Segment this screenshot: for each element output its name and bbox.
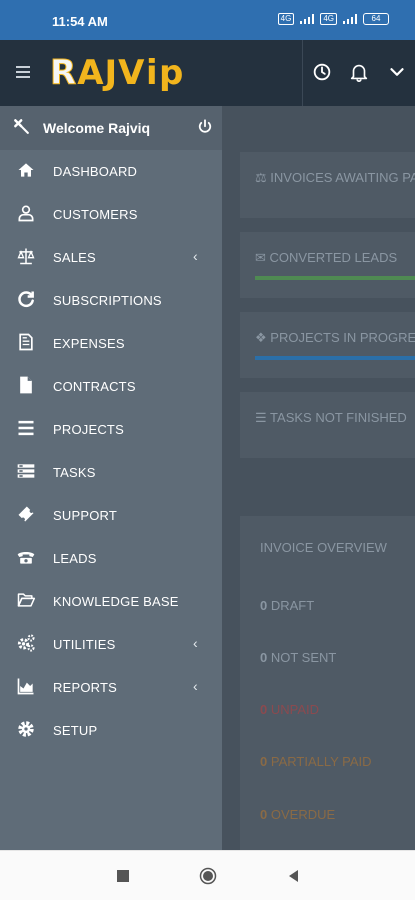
menu-label: EXPENSES [53,336,125,351]
overview-row-overdue[interactable]: 0 OVERDUE [260,807,335,822]
card-label: PROJECTS IN PROGRESS [270,330,415,345]
overview-row-draft[interactable]: 0 DRAFT [260,598,314,613]
navigation-drawer: Welcome Rajviq DASHBOARD CUSTOMERS SALES… [0,106,222,850]
card-label: TASKS NOT FINISHED [270,410,407,425]
menu-item-expenses[interactable]: EXPENSES [0,322,222,364]
overview-title: INVOICE OVERVIEW [260,540,387,555]
status-icons: 4G 4G 64 [277,13,389,25]
cubes-icon: ❖ [255,330,267,345]
overview-row-not-sent[interactable]: 0 NOT SENT [260,650,336,665]
menu-item-customers[interactable]: CUSTOMERS [0,193,222,235]
menu-label: SUPPORT [53,508,118,523]
menu-item-support[interactable]: SUPPORT [0,494,222,536]
phone-icon [17,552,35,564]
welcome-text: Welcome Rajviq [43,120,151,136]
clock-icon[interactable] [311,61,333,83]
battery-icon: 64 [363,13,389,25]
menu-label: CONTRACTS [53,379,136,394]
header-divider [302,40,303,106]
welcome-bar: Welcome Rajviq [0,106,222,150]
menu-label: KNOWLEDGE BASE [53,594,179,609]
home-button-icon[interactable] [199,867,217,885]
menu-item-setup[interactable]: SETUP [0,709,222,751]
dashboard-content: ⚖ INVOICES AWAITING PAYMENT ✉ CONVERTED … [222,106,415,850]
signal-icon [300,14,315,24]
list-icon: ☰ [255,410,267,425]
card-invoices-awaiting-payment[interactable]: ⚖ INVOICES AWAITING PAYMENT [240,152,415,218]
menu-label: UTILITIES [53,637,116,652]
menu-item-contracts[interactable]: CONTRACTS [0,365,222,407]
bars-icon [18,420,34,436]
menu-item-projects[interactable]: PROJECTS [0,408,222,450]
gear-icon [18,721,34,737]
menu-label: REPORTS [53,680,118,695]
area-chart-icon [17,678,34,695]
chevron-left-icon: ‹ [193,678,198,694]
status-time: 11:54 AM [52,14,108,29]
logo: RAJViq [49,53,184,94]
menu-label: SALES [53,250,96,265]
menu-item-leads[interactable]: LEADS [0,537,222,579]
chevron-left-icon: ‹ [193,635,198,651]
menu-label: PROJECTS [53,422,124,437]
status-bar: 11:54 AM 4G 4G 64 [0,0,415,40]
menu-item-sales[interactable]: SALES ‹ [0,236,222,278]
chevron-down-icon[interactable] [386,61,408,83]
network-type-icon-2: 4G [320,13,337,25]
network-type-icon: 4G [277,13,295,25]
balance-scale-icon [17,248,35,265]
overview-row-unpaid[interactable]: 0 UNPAID [260,702,319,717]
receipt-icon [19,333,33,351]
ticket-icon [18,506,34,522]
bell-icon[interactable] [348,61,370,83]
recent-apps-icon[interactable] [114,867,132,885]
gavel-icon [14,119,29,134]
menu-label: TASKS [53,465,96,480]
menu-item-utilities[interactable]: UTILITIES ‹ [0,623,222,665]
power-icon[interactable] [196,118,214,136]
progress-bar [255,356,415,360]
card-projects-in-progress[interactable]: ❖ PROJECTS IN PROGRESS [240,312,415,378]
progress-bar [255,276,415,280]
back-icon[interactable] [284,867,302,885]
menu-label: LEADS [53,551,97,566]
hamburger-menu-icon[interactable] [16,66,30,78]
folder-open-icon [17,593,36,607]
cogs-icon [17,634,35,652]
home-icon [18,163,34,177]
menu-item-reports[interactable]: REPORTS ‹ [0,666,222,708]
app-header: RAJViq [0,40,415,106]
balance-scale-icon: ⚖ [255,170,267,185]
signal-icon-2 [343,14,357,24]
chevron-left-icon: ‹ [193,248,198,264]
file-icon [20,376,32,394]
card-tasks-not-finished[interactable]: ☰ TASKS NOT FINISHED [240,392,415,458]
tasks-icon [17,464,35,478]
refresh-icon [18,291,34,308]
menu-item-tasks[interactable]: TASKS [0,451,222,493]
menu-item-dashboard[interactable]: DASHBOARD [0,150,222,192]
menu-item-subscriptions[interactable]: SUBSCRIPTIONS [0,279,222,321]
menu-label: CUSTOMERS [53,207,138,222]
card-converted-leads[interactable]: ✉ CONVERTED LEADS [240,232,415,298]
menu-item-knowledge-base[interactable]: KNOWLEDGE BASE [0,580,222,622]
user-icon [18,205,34,222]
menu-label: DASHBOARD [53,164,138,179]
overview-row-partially-paid[interactable]: 0 PARTIALLY PAID [260,754,372,769]
card-label: INVOICES AWAITING PAYMENT [270,170,415,185]
envelope-icon: ✉ [255,250,266,265]
menu-label: SETUP [53,723,98,738]
system-nav-bar [0,850,415,900]
menu-label: SUBSCRIPTIONS [53,293,162,308]
card-label: CONVERTED LEADS [269,250,398,265]
invoice-overview: INVOICE OVERVIEW 0 DRAFT 0 NOT SENT 0 UN… [240,516,415,850]
